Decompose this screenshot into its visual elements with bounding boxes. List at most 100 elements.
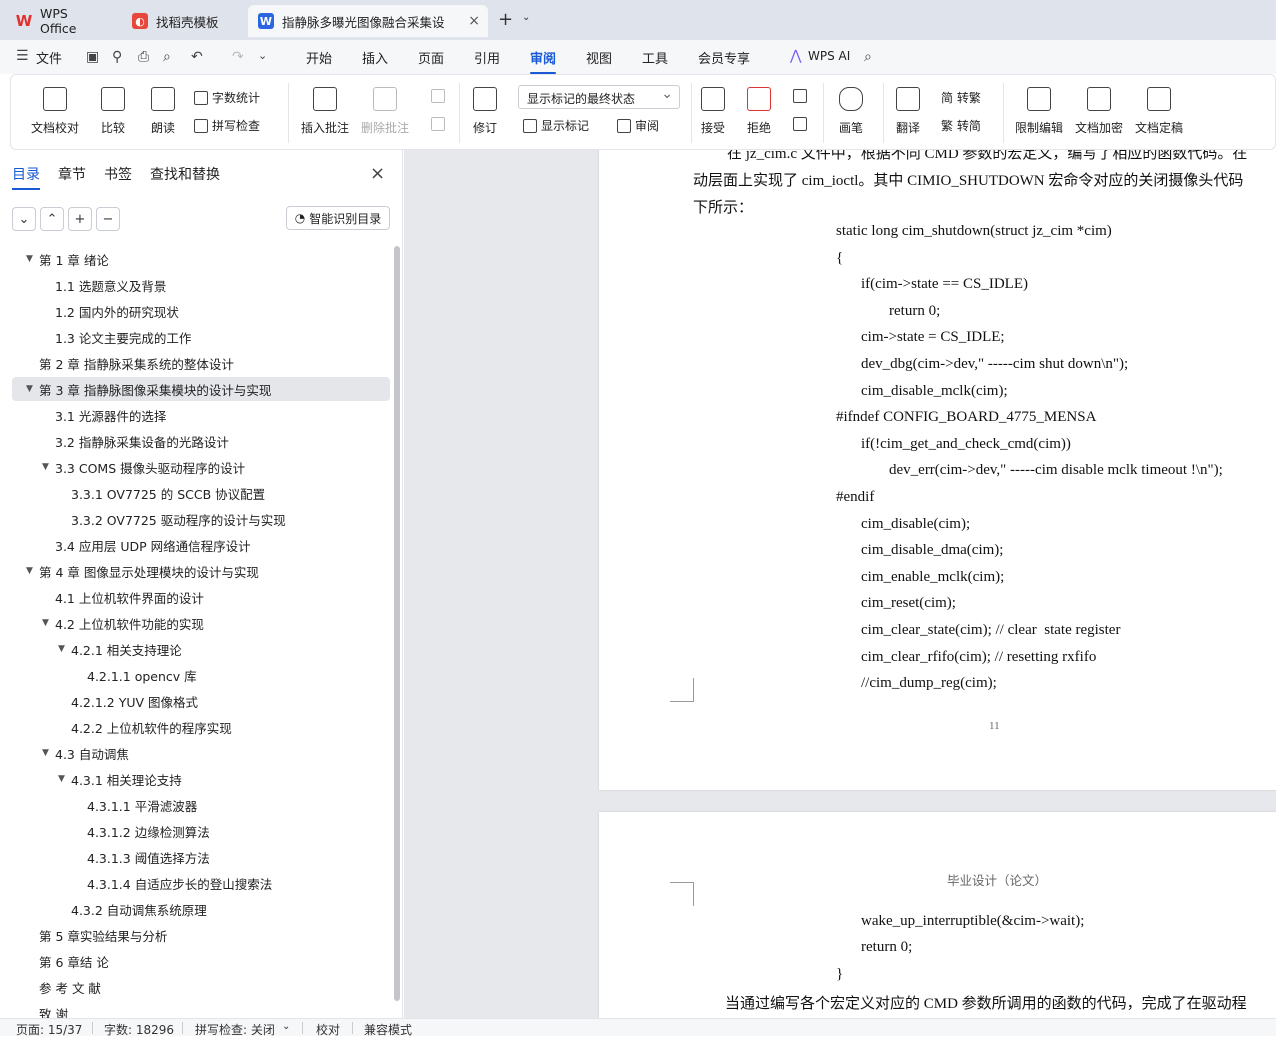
- preview-icon[interactable]: ⌕: [163, 49, 171, 65]
- more-chevron-icon[interactable]: ⌄: [258, 49, 267, 62]
- toc-item[interactable]: 3.4 应用层 UDP 网络通信程序设计: [12, 533, 390, 557]
- expand-arrow-icon[interactable]: ▼: [42, 748, 49, 758]
- menu-tools[interactable]: 工具: [642, 48, 668, 67]
- menu-review[interactable]: 审阅: [530, 48, 557, 74]
- menu-member[interactable]: 会员专享: [698, 48, 750, 67]
- toc-item[interactable]: 4.3.1.4 自适应步长的登山搜索法: [12, 871, 390, 895]
- expand-arrow-icon[interactable]: ▼: [26, 384, 33, 394]
- tab-find-replace[interactable]: 查找和替换: [150, 164, 220, 184]
- tab-template[interactable]: ◐ 找稻壳模板: [122, 5, 242, 37]
- word-count-indicator[interactable]: 字数: 18296: [104, 1021, 174, 1038]
- print-icon[interactable]: ⎙: [138, 49, 149, 65]
- remove-icon[interactable]: −: [96, 207, 120, 231]
- menu-file[interactable]: 文件: [36, 48, 62, 67]
- spell-chevron-icon[interactable]: ⌄: [282, 1021, 290, 1032]
- next-comment-button[interactable]: [431, 117, 445, 131]
- new-tab-icon[interactable]: +: [498, 9, 513, 30]
- tab-wps-office[interactable]: W WPS Office: [6, 5, 116, 37]
- expand-chevron-icon[interactable]: ⌃: [40, 207, 64, 231]
- toc-item[interactable]: ▼ 4.3.1 相关理论支持: [12, 767, 390, 791]
- page-indicator[interactable]: 页面: 15/37: [16, 1021, 82, 1038]
- toc-scrollbar[interactable]: [394, 246, 400, 1001]
- search-icon[interactable]: ⌕: [864, 49, 872, 65]
- expand-arrow-icon[interactable]: ▼: [26, 566, 33, 576]
- pen-button[interactable]: 画笔: [839, 87, 863, 136]
- word-count-button[interactable]: 字数统计: [194, 89, 260, 106]
- revise-button[interactable]: 修订: [473, 87, 497, 136]
- expand-arrow-icon[interactable]: ▼: [58, 774, 65, 784]
- to-traditional-button[interactable]: 简 转繁: [941, 89, 981, 106]
- close-panel-icon[interactable]: ×: [370, 163, 385, 184]
- smart-toc-button[interactable]: ◔ 智能识别目录: [286, 206, 390, 230]
- toc-item[interactable]: 第 5 章实验结果与分析: [12, 923, 390, 947]
- toc-item[interactable]: ▼ 第 1 章 绪论: [12, 247, 390, 271]
- tab-document[interactable]: W 指静脉多曝光图像融合采集设 ×: [248, 5, 488, 37]
- tab-toc[interactable]: 目录: [12, 164, 40, 190]
- toc-item[interactable]: 4.3.1.2 边缘检测算法: [12, 819, 390, 843]
- undo-icon[interactable]: ↶: [191, 49, 203, 65]
- tab-sections[interactable]: 章节: [58, 164, 86, 184]
- spell-check-status[interactable]: 拼写检查: 关闭: [195, 1021, 275, 1038]
- tab-bookmarks[interactable]: 书签: [104, 164, 132, 184]
- tab-list-chevron-icon[interactable]: ⌄: [522, 12, 530, 23]
- close-tab-icon[interactable]: ×: [468, 13, 480, 29]
- toc-item[interactable]: 4.3.1.1 平滑滤波器: [12, 793, 390, 817]
- delete-comment-button[interactable]: 删除批注: [361, 87, 409, 136]
- menu-wps-ai[interactable]: WPS AI: [808, 49, 850, 63]
- doc-check-button[interactable]: 文档校对: [31, 87, 79, 136]
- toc-item[interactable]: 3.1 光源器件的选择: [12, 403, 390, 427]
- toc-item[interactable]: ▼ 3.3 COMS 摄像头驱动程序的设计: [12, 455, 390, 479]
- reject-button[interactable]: 拒绝: [747, 87, 771, 136]
- toc-item[interactable]: 4.2.1.2 YUV 图像格式: [12, 689, 390, 713]
- menu-start[interactable]: 开始: [306, 48, 332, 67]
- menu-insert[interactable]: 插入: [362, 48, 388, 67]
- hamburger-icon[interactable]: ☰: [16, 48, 29, 64]
- toc-item[interactable]: 4.2.2 上位机软件的程序实现: [12, 715, 390, 739]
- show-markup-button[interactable]: 显示标记: [523, 117, 589, 134]
- toc-item[interactable]: 3.3.1 OV7725 的 SCCB 协议配置: [12, 481, 390, 505]
- save-icon[interactable]: ▣: [86, 49, 99, 65]
- toc-item[interactable]: ▼ 第 3 章 指静脉图像采集模块的设计与实现: [12, 377, 390, 401]
- add-icon[interactable]: +: [68, 207, 92, 231]
- read-aloud-button[interactable]: 朗读: [151, 87, 175, 136]
- toc-item[interactable]: ▼ 4.2.1 相关支持理论: [12, 637, 390, 661]
- to-simplified-button[interactable]: 繁 转简: [941, 117, 981, 134]
- toc-item[interactable]: 1.2 国内外的研究现状: [12, 299, 390, 323]
- toc-item[interactable]: 参 考 文 献: [12, 975, 390, 999]
- toc-item[interactable]: 4.2.1.1 opencv 库: [12, 663, 390, 687]
- expand-arrow-icon[interactable]: ▼: [42, 462, 49, 472]
- proof-status[interactable]: 校对: [316, 1021, 340, 1038]
- toc-item[interactable]: ▼ 4.2 上位机软件功能的实现: [12, 611, 390, 635]
- finalize-button[interactable]: 文档定稿: [1135, 87, 1183, 136]
- toc-item[interactable]: ▼ 4.3 自动调焦: [12, 741, 390, 765]
- expand-arrow-icon[interactable]: ▼: [58, 644, 65, 654]
- prev-change-button[interactable]: [793, 89, 807, 103]
- prev-comment-button[interactable]: [431, 89, 445, 103]
- restrict-edit-button[interactable]: 限制编辑: [1015, 87, 1063, 136]
- redo-icon[interactable]: ↷: [232, 49, 244, 65]
- toc-item[interactable]: 3.2 指静脉采集设备的光路设计: [12, 429, 390, 453]
- menu-view[interactable]: 视图: [586, 48, 612, 67]
- menu-page[interactable]: 页面: [418, 48, 444, 67]
- compare-button[interactable]: 比较: [101, 87, 125, 136]
- spell-check-button[interactable]: 拼写检查: [194, 117, 260, 134]
- review-pane-button[interactable]: 审阅: [617, 117, 659, 134]
- expand-arrow-icon[interactable]: ▼: [42, 618, 49, 628]
- insert-comment-button[interactable]: 插入批注: [301, 87, 349, 136]
- display-state-dropdown[interactable]: 显示标记的最终状态: [518, 85, 680, 109]
- toc-item[interactable]: 第 2 章 指静脉采集系统的整体设计: [12, 351, 390, 375]
- expand-arrow-icon[interactable]: ▼: [26, 254, 33, 264]
- translate-button[interactable]: 翻译: [896, 87, 920, 136]
- toc-item[interactable]: 4.3.1.3 阈值选择方法: [12, 845, 390, 869]
- collapse-chevron-icon[interactable]: ⌄: [12, 207, 36, 231]
- accept-button[interactable]: 接受: [701, 87, 725, 136]
- toc-item[interactable]: 3.3.2 OV7725 驱动程序的设计与实现: [12, 507, 390, 531]
- toc-item[interactable]: 第 6 章结 论: [12, 949, 390, 973]
- toc-item[interactable]: ▼ 第 4 章 图像显示处理模块的设计与实现: [12, 559, 390, 583]
- toc-item[interactable]: 1.3 论文主要完成的工作: [12, 325, 390, 349]
- toc-item[interactable]: 1.1 选题意义及背景: [12, 273, 390, 297]
- next-change-button[interactable]: [793, 117, 807, 131]
- toc-item[interactable]: 4.3.2 自动调焦系统原理: [12, 897, 390, 921]
- menu-reference[interactable]: 引用: [474, 48, 500, 67]
- encrypt-button[interactable]: 文档加密: [1075, 87, 1123, 136]
